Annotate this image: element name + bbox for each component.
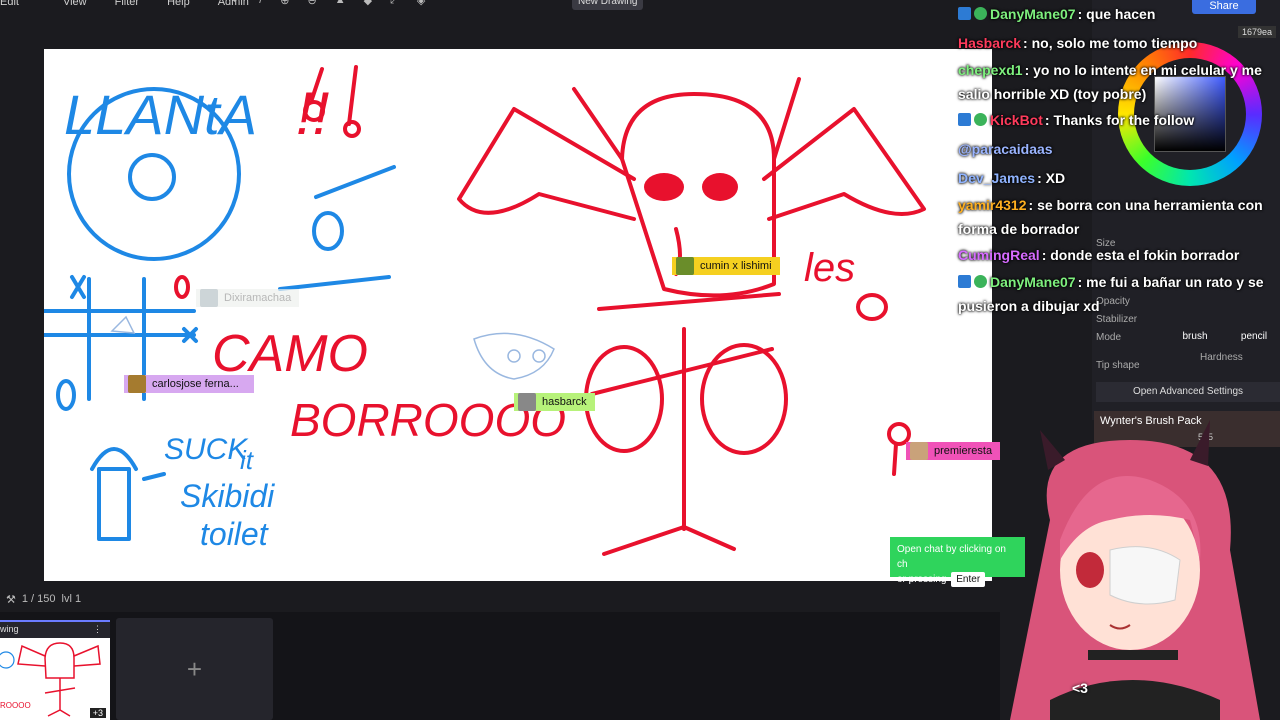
cursor-username: hasbarck — [542, 396, 587, 408]
cursor-tag-hasbarck: hasbarck — [514, 393, 595, 411]
chat-username[interactable]: chepexd1 — [958, 62, 1023, 78]
chat-message: CumingReal: donde esta el fokin borrador — [958, 241, 1280, 270]
add-drawing-button[interactable]: + — [116, 618, 273, 720]
thumbnail-badge: +3 — [89, 708, 106, 718]
menu-bar: Edit View Filter Help Admin — [0, 0, 960, 10]
heart-text: <3 — [1072, 680, 1088, 696]
cursor-tag-cumin: cumin x lishimi — [672, 257, 780, 275]
chat-badge-icon — [958, 113, 971, 126]
page-status: ⚒ 1 / 150 lvl 1 — [0, 590, 120, 608]
text-it: it — [240, 445, 255, 475]
tip-shape-label: Tip shape — [1096, 360, 1140, 371]
undo-icon[interactable]: ↶ — [232, 0, 241, 7]
chat-username[interactable]: KickBot — [990, 112, 1043, 128]
chat-badge-icon — [974, 275, 987, 288]
app-root: Edit View Filter Help Admin ↶ / ⊕ ⊖ ▲ ◆ … — [0, 0, 1280, 720]
chat-message: DanyMane07: que hacen — [958, 0, 1280, 29]
menu-view[interactable]: View — [63, 0, 87, 8]
more-icon[interactable]: ⋮ — [93, 624, 102, 635]
chat-overlay: DanyMane07: que hacen Hasbarck: no, solo … — [958, 0, 1280, 330]
svg-text:ROOOO: ROOOO — [0, 701, 31, 710]
chat-message: Hasbarck: no, solo me tomo tiempo — [958, 29, 1280, 58]
cursor-username: cumin x lishimi — [700, 260, 772, 272]
menu-filter[interactable]: Filter — [115, 0, 139, 8]
chat-badge-icon — [974, 7, 987, 20]
mode-label: Mode — [1096, 332, 1122, 343]
enter-key-badge: Enter — [951, 572, 986, 587]
avatar — [518, 393, 536, 411]
canvas-toolbar: ↶ / ⊕ ⊖ ▲ ◆ ⤢ ◈ — [232, 0, 425, 7]
hardness-label: Hardness — [1200, 352, 1243, 363]
drawing-canvas[interactable]: LLANtA !! CAMO BORROOOO SUCK it Skibidi … — [44, 49, 1001, 581]
chat-username[interactable]: DanyMane07 — [990, 274, 1076, 290]
chat-message: DanyMane07: me fui a bañar un rato y se … — [958, 270, 1280, 318]
menu-help[interactable]: Help — [167, 0, 190, 8]
fit-icon[interactable]: ⤢ — [390, 0, 399, 7]
mode-pencil-button[interactable]: pencil — [1228, 328, 1280, 346]
chat-text: : donde esta el fokin borrador — [1041, 247, 1240, 263]
advanced-settings-button[interactable]: Open Advanced Settings — [1096, 382, 1280, 402]
rotate-icon[interactable]: ◆ — [364, 0, 372, 7]
zoom-out-icon[interactable]: ⊖ — [308, 0, 317, 7]
chat-username[interactable]: Hasbarck — [958, 35, 1021, 51]
chat-username[interactable]: DanyMane07 — [990, 6, 1076, 22]
chat-badge-icon — [958, 7, 971, 20]
cursor-tag-premieresta: premieresta — [906, 442, 1001, 460]
text-skibidi: Skibidi — [180, 478, 275, 514]
page-counter: 1 / 150 — [21, 593, 56, 605]
text-bang: !! — [296, 80, 330, 147]
cursor-tag-dixiramachaa: Dixiramachaa — [196, 289, 300, 307]
flip-icon[interactable]: ▲ — [335, 0, 346, 7]
chat-text: : Thanks for the follow — [1044, 112, 1195, 128]
chat-badge-icon — [974, 113, 987, 126]
eyedropper-icon[interactable]: ◈ — [417, 0, 425, 7]
cursor-username: premieresta — [934, 445, 993, 457]
chat-badge-icon — [958, 275, 971, 288]
mode-brush-button[interactable]: brush — [1166, 328, 1224, 346]
drawing-thumbnail[interactable]: wing ⋮ ROOOO +3 — [0, 620, 110, 720]
level-label: lvl 1 — [61, 593, 82, 605]
new-drawing-button[interactable]: New Drawing — [572, 0, 644, 10]
text-toilet: toilet — [200, 516, 269, 552]
chat-message: KickBot: Thanks for the follow — [958, 106, 1280, 135]
avatar — [676, 257, 694, 275]
zoom-in-icon[interactable]: ⊕ — [280, 0, 289, 7]
chat-text: : XD — [1037, 170, 1066, 186]
text-llanta: LLANtA — [64, 83, 257, 146]
cursor-username: carlosjose ferna... — [152, 378, 239, 390]
chat-username[interactable]: Dev_James — [958, 170, 1035, 186]
thumbnail-image: ROOOO +3 — [0, 638, 110, 720]
avatar — [128, 375, 146, 393]
avatar — [200, 289, 218, 307]
cursor-tag-carlosjose: carlosjose ferna... — [124, 375, 254, 393]
hint-line-2: or pressing — [897, 574, 947, 585]
avatar — [910, 442, 928, 460]
chat-message: yamir4312: se borra con una herramienta … — [958, 193, 1280, 241]
chat-message: Dev_James: XD — [958, 164, 1280, 193]
chat-text: : que hacen — [1077, 6, 1156, 22]
chat-username[interactable]: CumingReal — [958, 247, 1040, 263]
chat-text: : no, solo me tomo tiempo — [1023, 35, 1198, 51]
vtuber-avatar — [990, 400, 1280, 720]
menu-edit[interactable]: Edit — [0, 0, 19, 8]
thumbnail-label: wing — [0, 624, 19, 634]
chat-username[interactable]: yamir4312 — [958, 197, 1027, 213]
chat-message: @paracaidaas — [958, 135, 1280, 164]
chat-message: chepexd1: yo no lo intente en mi celular… — [958, 58, 1280, 106]
redo-icon[interactable]: / — [259, 0, 262, 7]
chat-username[interactable]: @paracaidaas — [958, 141, 1053, 157]
text-les: les — [804, 246, 855, 290]
text-suck: SUCK — [164, 433, 249, 466]
drawing-strokes: LLANtA !! CAMO BORROOOO SUCK it Skibidi … — [44, 65, 926, 556]
layers-icon[interactable]: ⚒ — [6, 593, 16, 606]
cursor-username: Dixiramachaa — [224, 292, 292, 304]
